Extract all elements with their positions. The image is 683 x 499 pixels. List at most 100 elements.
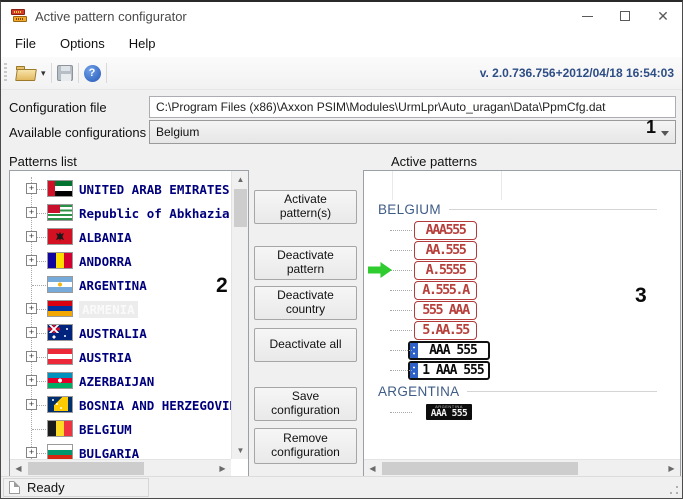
country-name: ANDORRA (79, 253, 132, 269)
menu-file[interactable]: File (5, 32, 46, 55)
scroll-right-icon[interactable]: ▶ (214, 460, 231, 477)
country-name: UNITED ARAB EMIRATES (79, 181, 230, 197)
tree-item-austria[interactable]: + AUSTRIA (10, 345, 231, 369)
status-section: Ready (3, 478, 149, 497)
scroll-left-icon[interactable]: ◀ (364, 460, 381, 477)
title-bar: Active pattern configurator ✕ (1, 2, 682, 30)
tree-item-republic-of-abkhazia[interactable]: + Republic of Abkhazia (10, 201, 231, 225)
tree-connector (390, 249, 412, 251)
plate-pattern[interactable]: 5.AA.55 (414, 320, 477, 340)
tree-connector (390, 411, 412, 413)
plate-pattern[interactable]: A.5555 (414, 260, 477, 280)
tree-item-andorra[interactable]: + ANDORRA (10, 249, 231, 273)
expand-plus-icon[interactable]: + (26, 375, 37, 386)
scroll-right-icon[interactable]: ▶ (663, 460, 680, 477)
flag-andorra-icon (47, 252, 73, 269)
deactivate-pattern-button[interactable]: Deactivate pattern (254, 246, 357, 280)
window-title: Active pattern configurator (35, 8, 187, 24)
close-button[interactable]: ✕ (644, 2, 682, 30)
active-patterns-label: Active patterns (391, 154, 477, 169)
plate-pattern[interactable]: 1 AAA 555 (408, 360, 490, 380)
activate-pattern-s-button[interactable]: Activate pattern(s) (254, 190, 357, 224)
plate-row: AAA555 (390, 220, 663, 240)
minimize-button[interactable] (568, 2, 606, 30)
group-country-name: ARGENTINA (378, 384, 460, 399)
plate-pattern[interactable]: 555 AAA (414, 300, 477, 320)
plate-pattern[interactable]: ARGENTINA AAA 555 (426, 404, 472, 420)
scrollbar-thumb[interactable] (28, 462, 144, 475)
tree-item-bulgaria[interactable]: + BULGARIA (10, 441, 231, 459)
scrollbar-thumb[interactable] (382, 462, 578, 475)
close-icon: ✕ (657, 8, 669, 24)
group-header-belgium: BELGIUM (378, 202, 657, 217)
version-label: v. 2.0.736.756+2012/04/18 16:54:03 (479, 66, 674, 80)
tree-item-australia[interactable]: + AUSTRALIA (10, 321, 231, 345)
plate-pattern[interactable]: A.555.A (414, 280, 477, 300)
scrollbar-thumb[interactable] (234, 189, 247, 227)
available-configurations-select[interactable]: Belgium (149, 120, 676, 144)
scroll-up-icon[interactable]: ▲ (232, 171, 249, 188)
configuration-file-field[interactable]: C:\Program Files (x86)\Axxon PSIM\Module… (149, 96, 676, 118)
expand-plus-icon[interactable]: + (26, 399, 37, 410)
help-icon[interactable]: ? (83, 64, 101, 82)
scroll-down-icon[interactable]: ▼ (232, 442, 249, 459)
save-icon[interactable] (56, 65, 73, 81)
expand-plus-icon[interactable]: + (26, 207, 37, 218)
patterns-tree[interactable]: + UNITED ARAB EMIRATES + Republic of Abkhaz… (10, 171, 231, 459)
panel-grid-line (392, 171, 393, 200)
plate-row: A.555.A (390, 280, 663, 300)
tree-item-azerbaijan[interactable]: + AZERBAIJAN (10, 369, 231, 393)
patterns-list-horizontal-scrollbar[interactable]: ◀ ▶ (10, 459, 231, 476)
menu-options[interactable]: Options (50, 32, 115, 55)
expand-plus-icon[interactable]: + (26, 327, 37, 338)
save-configuration-button[interactable]: Save configuration (254, 387, 357, 421)
annotation-2: 2 (216, 274, 228, 297)
deactivate-all-button[interactable]: Deactivate all (254, 328, 357, 362)
chevron-down-icon (661, 131, 669, 136)
tree-item-united-arab-emirates[interactable]: + UNITED ARAB EMIRATES (10, 177, 231, 201)
plate-row: 5.AA.55 (390, 320, 663, 340)
expand-plus-icon[interactable]: + (26, 231, 37, 242)
panel-grid-line (501, 171, 502, 200)
country-name: AZERBAIJAN (79, 373, 155, 389)
plate-row: AA.555 (390, 240, 663, 260)
resize-grip[interactable] (668, 484, 680, 496)
annotation-3: 3 (635, 284, 647, 307)
maximize-button[interactable] (606, 2, 644, 30)
expand-plus-icon[interactable]: + (26, 255, 37, 266)
deactivate-country-button[interactable]: Deactivate country (254, 286, 357, 320)
tree-item-albania[interactable]: + ALBANIA (10, 225, 231, 249)
flag-argentina-icon (47, 276, 73, 293)
country-name: ARGENTINA (79, 277, 147, 293)
scroll-left-icon[interactable]: ◀ (10, 460, 27, 477)
flag-australia-icon (47, 324, 73, 341)
plate-pattern[interactable]: AA.555 (414, 240, 477, 260)
active-patterns-panel: BELGIUM AAA555 AA.555 A.5555 A.555.A 555 AAA 5… (363, 170, 681, 477)
plate-pattern[interactable]: AAA555 (414, 220, 477, 240)
tree-connector (390, 229, 412, 231)
tree-item-bosnia-and-herzegovina[interactable]: + BOSNIA AND HERZEGOVINA (10, 393, 231, 417)
open-folder-icon[interactable] (15, 65, 37, 81)
expand-plus-icon[interactable]: + (26, 183, 37, 194)
flag-azerbaijan-icon (47, 372, 73, 389)
expand-plus-icon[interactable]: + (26, 447, 37, 458)
tree-item-armenia[interactable]: + ARMENIA (10, 297, 231, 321)
group-header-argentina: ARGENTINA (378, 384, 657, 399)
plate-pattern[interactable]: AAA 555 (408, 340, 490, 360)
current-pattern-arrow-icon (368, 262, 392, 278)
flag-bulgaria-icon (47, 444, 73, 459)
country-name: BELGIUM (79, 421, 132, 437)
tree-item-belgium[interactable]: BELGIUM (10, 417, 231, 441)
app-window: Active pattern configurator ✕ File Optio… (0, 0, 683, 499)
tree-item-argentina[interactable]: ARGENTINA (10, 273, 231, 297)
remove-configuration-button[interactable]: Remove configuration (254, 428, 357, 464)
menu-help[interactable]: Help (119, 32, 166, 55)
patterns-list-vertical-scrollbar[interactable]: ▲ ▼ (231, 171, 248, 459)
open-dropdown-caret-icon[interactable]: ▾ (41, 68, 46, 79)
flag-albania-icon (47, 228, 73, 245)
expand-plus-icon[interactable]: + (26, 351, 37, 362)
document-icon (9, 481, 20, 494)
status-text: Ready (27, 480, 65, 495)
active-patterns-horizontal-scrollbar[interactable]: ◀ ▶ (364, 459, 680, 476)
expand-plus-icon[interactable]: + (26, 303, 37, 314)
